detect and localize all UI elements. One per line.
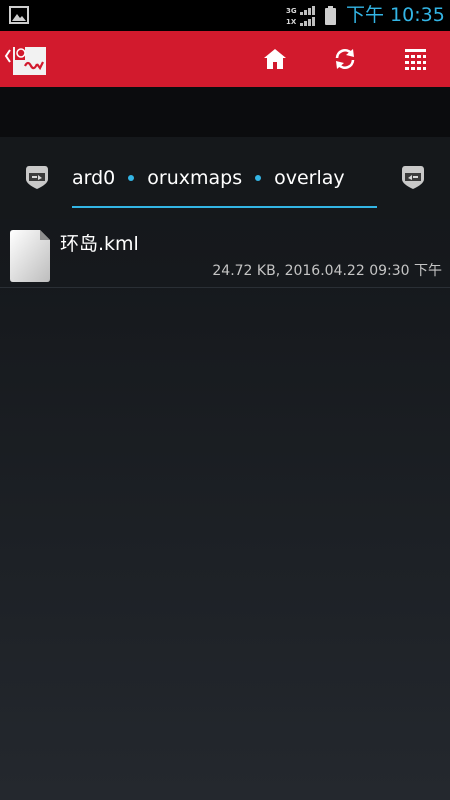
home-icon (264, 49, 286, 69)
breadcrumb-scroll-left-button[interactable] (23, 163, 51, 191)
file-meta: 24.72 KB, 2016.04.22 09:30 下午 (212, 263, 442, 279)
breadcrumb-underline (72, 206, 377, 208)
file-list-empty-area (0, 288, 450, 800)
shield-left-icon (26, 166, 48, 189)
network-type-bottom: 1X (286, 18, 297, 26)
list-item[interactable]: 环岛.kml 24.72 KB, 2016.04.22 09:30 下午 (0, 219, 450, 287)
breadcrumb-item-sdcard[interactable]: ard0 (72, 161, 115, 195)
breadcrumb-item-oruxmaps[interactable]: oruxmaps (147, 161, 242, 195)
up-button[interactable] (0, 31, 56, 87)
toolbar-spacer (0, 87, 450, 137)
app-logo (13, 44, 46, 75)
shield-right-icon (402, 166, 424, 189)
grid-icon (404, 48, 426, 70)
list-divider (0, 287, 450, 288)
network-type-top: 3G (286, 7, 297, 15)
grid-button[interactable] (387, 31, 443, 87)
clock: 下午 10:35 (346, 4, 445, 26)
breadcrumb-separator (255, 175, 262, 181)
up-caret-icon (4, 49, 11, 63)
signal-icon: 3G 1X (286, 5, 320, 27)
document-icon (10, 230, 50, 282)
breadcrumb-scroll-right-button[interactable] (399, 163, 427, 191)
file-name: 环岛.kml (60, 233, 139, 255)
status-bar: 3G 1X 下午 10:35 (0, 0, 450, 31)
breadcrumb-separator (128, 175, 135, 181)
refresh-button[interactable] (317, 31, 373, 87)
breadcrumb-path: ard0 oruxmaps overlay (72, 161, 378, 195)
gallery-icon (9, 6, 29, 24)
action-bar (0, 31, 450, 87)
battery-icon (325, 6, 336, 25)
breadcrumb-item-overlay[interactable]: overlay (274, 161, 345, 195)
breadcrumb: ard0 oruxmaps overlay (0, 137, 450, 219)
refresh-icon (335, 49, 355, 69)
screen: 3G 1X 下午 10:35 ard0 oruxmaps overlay 环岛.… (0, 0, 450, 800)
home-button[interactable] (247, 31, 303, 87)
